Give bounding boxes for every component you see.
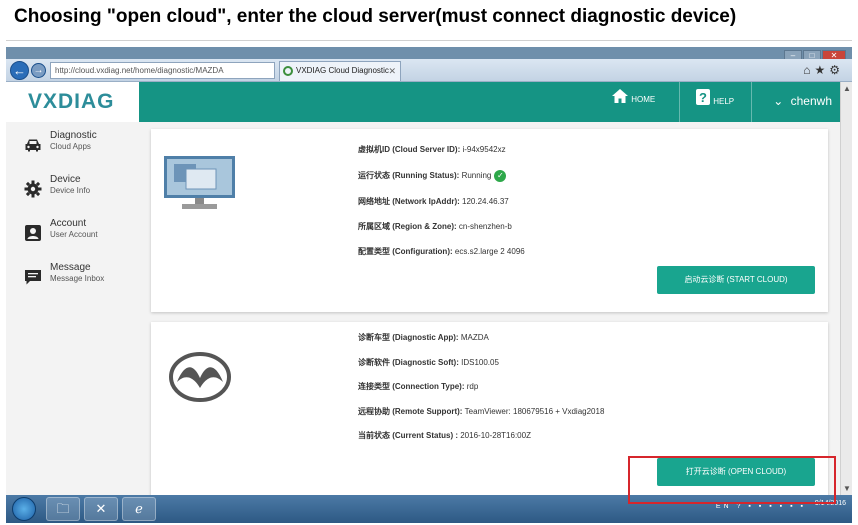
user-icon [25,225,41,241]
info-label: 配置类型 (Configuration): [358,247,453,256]
tab-close-icon[interactable]: ✕ [388,62,396,80]
info-row: 连接类型 (Connection Type): rdp [358,381,478,392]
info-row: 诊断软件 (Diagnostic Soft): IDS100.05 [358,357,499,368]
browser-window: – □ ✕ ← → http://cloud.vxdiag.net/home/d… [6,47,852,523]
header-divider [751,82,752,122]
start-button[interactable] [12,497,36,521]
sidebar-item-title: Message [50,262,91,273]
sidebar-item-title: Diagnostic [50,130,97,141]
favicon-icon [283,66,293,76]
help-link[interactable]: ? HELP [695,88,734,106]
sidebar-item-diagnostic[interactable]: Diagnostic Cloud Apps [24,130,97,154]
home-label: HOME [631,95,656,104]
info-row: 运行状态 (Running Status): Running ✓ [358,170,507,182]
tab-title: VXDIAG Cloud Diagnostic [296,66,389,75]
gear-icon [24,180,42,198]
help-label: HELP [713,97,735,106]
logo-area: VXDIAG [6,82,139,122]
ie-taskbar-icon[interactable]: ℯ [122,497,156,521]
info-value: 2016-10-28T16:00Z [460,431,531,440]
sidebar-item-subtitle: User Account [50,230,98,239]
home-link[interactable]: HOME [611,88,655,104]
sidebar: Diagnostic Cloud Apps Device Device Info… [6,122,139,495]
info-row: 诊断车型 (Diagnostic App): MAZDA [358,332,489,343]
start-cloud-button[interactable]: 启动云诊断 (START CLOUD) [657,266,815,294]
user-name: chenwh [790,94,832,108]
home-icon [612,89,628,103]
sidebar-item-message[interactable]: Message Message Inbox [24,262,104,286]
mazda-logo-icon [169,352,231,402]
chevron-down-icon: ⌄ [773,94,784,108]
forward-icon[interactable]: → [31,63,46,78]
info-label: 虚拟机ID (Cloud Server ID): [358,145,461,154]
check-icon: ✓ [494,170,507,182]
cloud-server-card: 虚拟机ID (Cloud Server ID): i-94x9542xz 运行状… [151,129,828,312]
browser-tools-icons[interactable]: ⌂★⚙ [803,63,844,77]
info-value: i-94x9542xz [462,145,506,154]
explorer-taskbar-icon[interactable]: 🗀 [46,497,80,521]
highlight-box [628,456,836,504]
system-tray[interactable]: EN ? ▪ ▪ ▪ ▪ ▪ ▪ [716,503,806,510]
info-value: rdp [466,382,479,391]
page-caption: Choosing "open cloud", enter the cloud s… [14,6,737,27]
sidebar-item-device[interactable]: Device Device Info [24,174,90,198]
info-value: 120.24.46.37 [462,197,509,206]
info-label: 连接类型 (Connection Type): [358,382,465,391]
app-taskbar-icon[interactable]: ✕ [84,497,118,521]
info-row: 虚拟机ID (Cloud Server ID): i-94x9542xz [358,144,506,155]
info-label: 诊断车型 (Diagnostic App): [358,333,459,342]
sidebar-item-subtitle: Cloud Apps [50,142,91,151]
vertical-scrollbar[interactable]: ▲ ▼ [840,82,852,495]
scroll-up-icon[interactable]: ▲ [843,84,851,93]
monitor-icon [164,156,235,209]
sidebar-item-subtitle: Device Info [50,186,91,195]
info-value: cn-shenzhen-b [458,222,512,231]
info-label: 诊断软件 (Diagnostic Soft): [358,358,459,367]
scroll-down-icon[interactable]: ▼ [843,484,851,493]
info-row: 远程协助 (Remote Support): TeamViewer: 18067… [358,406,604,417]
info-row: 网络地址 (Network IpAddr): 120.24.46.37 [358,196,509,207]
info-label: 运行状态 (Running Status): [358,171,460,181]
info-row: 所属区域 (Region & Zone): cn-shenzhen-b [358,221,512,232]
info-value: IDS100.05 [461,358,499,367]
sidebar-item-subtitle: Message Inbox [50,274,105,283]
info-label: 远程协助 (Remote Support): [358,407,463,416]
language-indicator[interactable]: EN [716,503,732,510]
info-label: 网络地址 (Network IpAddr): [358,197,460,206]
sidebar-item-title: Device [50,174,81,185]
header-divider [679,82,680,122]
info-row: 配置类型 (Configuration): ecs.s2.large 2 409… [358,246,525,257]
back-icon[interactable]: ← [10,61,29,80]
message-icon [25,270,41,285]
sidebar-item-title: Account [50,218,87,229]
info-value: Running [461,171,492,181]
divider [6,40,852,41]
address-bar[interactable]: http://cloud.vxdiag.net/home/diagnostic/… [50,62,275,79]
svg-text:?: ? [699,90,707,105]
info-label: 当前状态 (Current Status) : [358,431,458,440]
info-value: MAZDA [460,333,489,342]
app-header: HOME ? HELP ⌄ chenwh [139,82,840,122]
info-value: TeamViewer: 180679516 + Vxdiag2018 [464,407,605,416]
info-row: 当前状态 (Current Status) : 2016-10-28T16:00… [358,430,531,441]
help-icon: ? [696,89,710,105]
car-icon [25,139,41,152]
browser-tab[interactable]: VXDIAG Cloud Diagnostic ✕ [279,61,401,81]
app-area: VXDIAG HOME ? HELP ⌄ chenwh Diagnostic C… [6,82,840,500]
app-logo: VXDIAG [28,90,115,113]
sidebar-item-account[interactable]: Account User Account [24,218,98,242]
user-menu[interactable]: ⌄ chenwh [773,94,832,108]
info-value: ecs.s2.large 2 4096 [454,247,525,256]
browser-toolbar: ← → http://cloud.vxdiag.net/home/diagnos… [6,59,852,82]
info-label: 所属区域 (Region & Zone): [358,222,457,231]
